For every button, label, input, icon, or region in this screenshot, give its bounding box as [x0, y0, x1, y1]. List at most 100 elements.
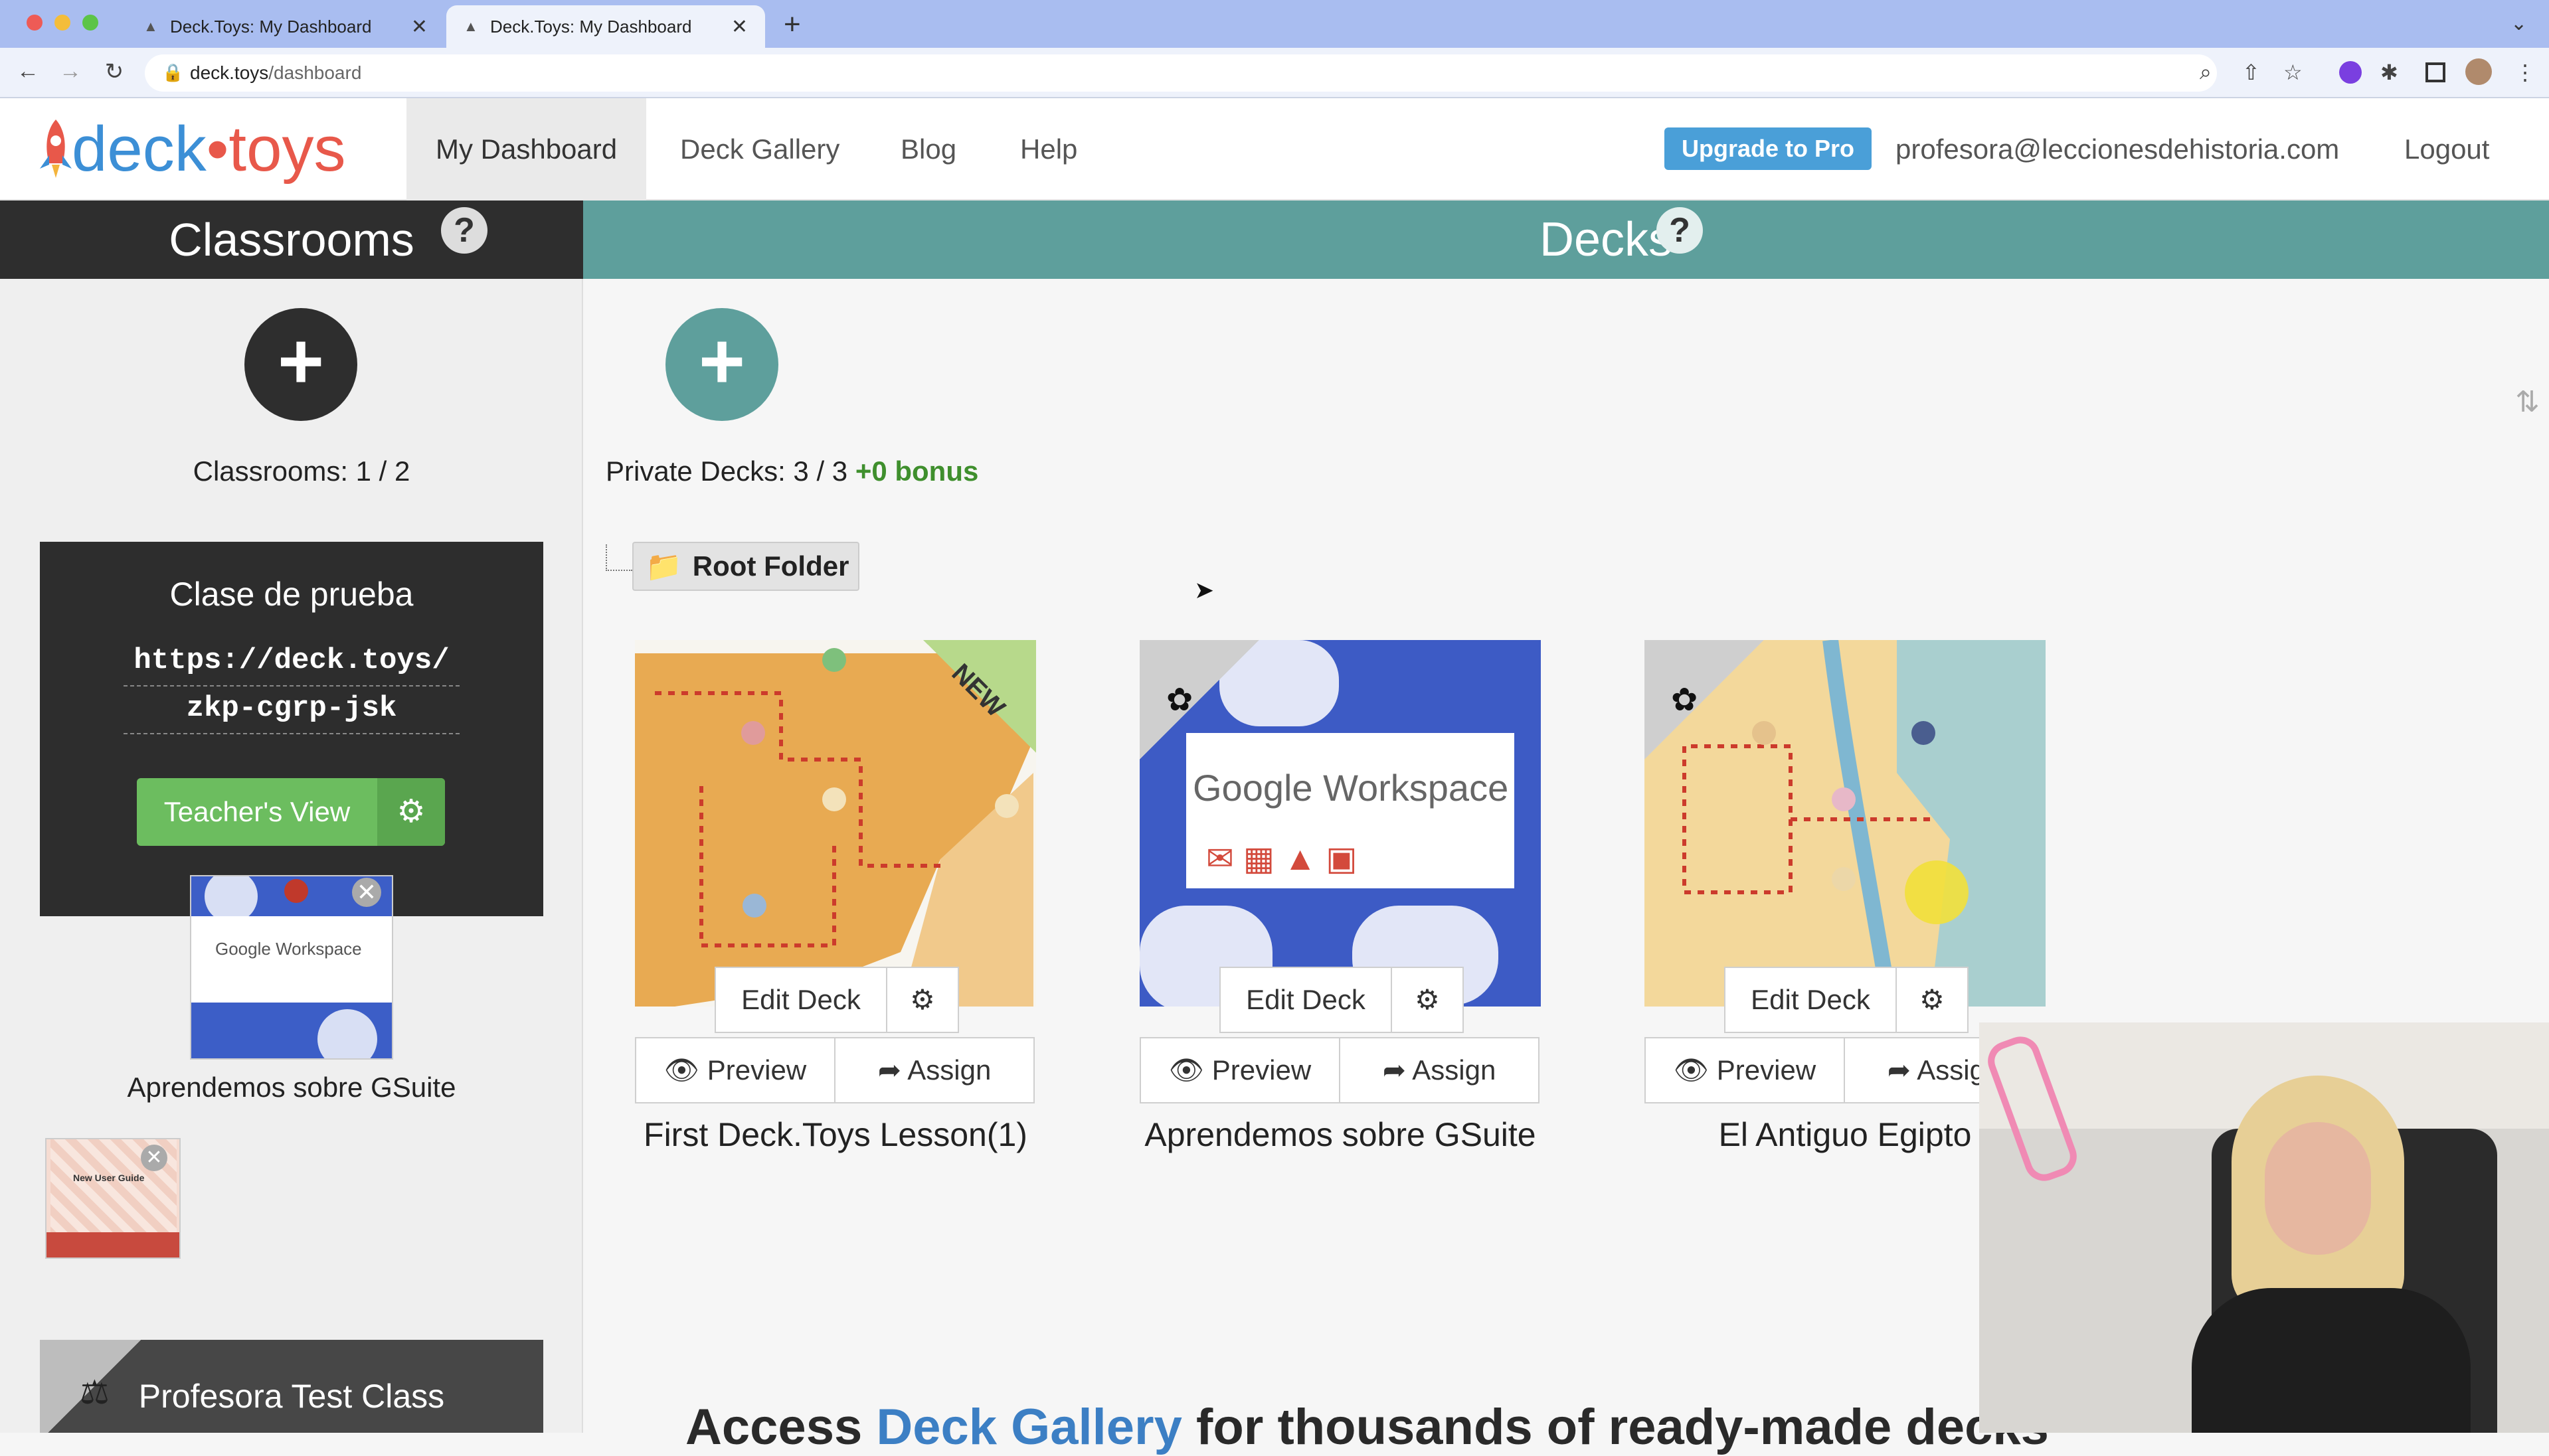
forward-arrow-icon[interactable]: → — [56, 58, 85, 84]
side-panel-icon[interactable] — [2425, 62, 2445, 82]
zoom-icon[interactable]: ⌕ — [2200, 60, 2212, 85]
classroom-name: Clase de prueba — [169, 576, 414, 613]
classroom-link-line-1[interactable]: https://deck.toys/ — [40, 644, 543, 677]
back-arrow-icon[interactable]: ← — [13, 58, 43, 84]
close-tab-icon[interactable]: ✕ — [411, 15, 428, 39]
paw-icon: ✿ — [1166, 683, 1193, 718]
assigned-deck-name: Aprendemos sobre GSuite — [127, 1072, 456, 1103]
nav-blog[interactable]: Blog — [871, 98, 986, 201]
video-person-face — [2265, 1122, 2371, 1255]
tab-list-chevron-icon[interactable]: ⌄ — [2510, 12, 2527, 35]
eye-icon: 👁 — [663, 1054, 700, 1086]
user-guide-text: New User Guide — [73, 1173, 145, 1183]
add-deck-button[interactable]: + — [665, 308, 778, 421]
new-tab-button[interactable]: + — [784, 8, 801, 41]
reload-icon[interactable]: ↻ — [100, 58, 129, 85]
nav-deck-gallery[interactable]: Deck Gallery — [651, 98, 869, 201]
preview-button[interactable]: 👁 Preview — [1140, 1037, 1340, 1103]
second-classroom-name: Profesora Test Class — [138, 1378, 445, 1415]
edit-deck-button[interactable]: Edit Deck — [1219, 967, 1392, 1033]
teachers-view-button[interactable]: Teacher's View ⚙ — [137, 778, 445, 846]
upgrade-to-pro-button[interactable]: Upgrade to Pro — [1664, 127, 1872, 170]
url-text: deck.toys/dashboard — [190, 62, 362, 83]
deck-settings-gear-icon[interactable]: ⚙ — [1895, 967, 1969, 1033]
browser-tab-1[interactable]: ▲ Deck.Toys: My Dashboard ✕ — [126, 5, 445, 48]
deck-thumbnail-gsuite[interactable]: Google Workspace ✉ ▦ ▲ ▣ ✿ — [1140, 640, 1541, 1007]
deck-gallery-link[interactable]: Deck Gallery — [876, 1399, 1182, 1455]
share-arrow-icon: ➦ — [1382, 1054, 1406, 1086]
sort-az-icon[interactable]: ⇅ — [2515, 385, 2540, 419]
root-folder-button[interactable]: 📁 Root Folder — [632, 542, 860, 591]
thumbnail-gsuite-text: Google Workspace — [215, 939, 362, 959]
profile-avatar[interactable] — [2465, 58, 2492, 85]
bookmark-star-icon[interactable]: ☆ — [2283, 60, 2303, 85]
deck-settings-gear-icon[interactable]: ⚙ — [886, 967, 959, 1033]
thumbnail-banner — [46, 1232, 179, 1257]
add-classroom-button[interactable]: + — [244, 308, 357, 421]
decks-help-icon[interactable]: ? — [1656, 207, 1703, 254]
rocket-logo-icon — [40, 120, 72, 178]
account-email[interactable]: profesora@leccionesdehistoria.com — [1866, 98, 2368, 201]
teachers-view-label: Teacher's View — [163, 796, 351, 827]
logout-link[interactable]: Logout — [2375, 98, 2518, 201]
address-bar[interactable] — [145, 54, 2217, 92]
decks-title: Decks — [1539, 213, 1672, 266]
edit-deck-button[interactable]: Edit Deck — [1724, 967, 1897, 1033]
lock-icon[interactable]: 🔒 — [162, 62, 183, 83]
classroom-link-line-2[interactable]: zkp-cgrp-jsk — [40, 692, 543, 725]
thumbnail-panel — [191, 916, 392, 1003]
eye-icon: 👁 — [1168, 1054, 1205, 1086]
remove-deck-x-icon[interactable]: ✕ — [352, 878, 381, 907]
folder-icon: 📁 — [646, 550, 682, 583]
share-icon[interactable]: ⇧ — [2242, 60, 2260, 85]
deck-settings-gear-icon[interactable]: ⚙ — [1391, 967, 1464, 1033]
preview-label: Preview — [1716, 1054, 1816, 1086]
deck-thumbnail-egypt[interactable]: ✿ — [1644, 640, 2046, 1007]
paw-icon: ✿ — [1671, 683, 1698, 718]
edit-deck-button[interactable]: Edit Deck — [715, 967, 887, 1033]
private-decks-count: Private Decks: 3 / 3 +0 bonus — [606, 455, 978, 487]
pin-icon — [284, 879, 308, 903]
cloud-shape — [317, 1009, 377, 1058]
promo-text: for thousands of ready-made decks — [1196, 1399, 2049, 1455]
tab-title: Deck.Toys: My Dashboard — [170, 16, 372, 37]
logo-wordmark: deck•toys — [72, 114, 346, 185]
window-zoom-button[interactable] — [82, 15, 98, 31]
eye-icon: 👁 — [1673, 1054, 1710, 1086]
root-folder-label: Root Folder — [692, 550, 849, 582]
assign-label: Assign — [907, 1054, 992, 1086]
preview-button[interactable]: 👁 Preview — [1644, 1037, 1845, 1103]
share-arrow-icon: ➦ — [877, 1054, 901, 1086]
browser-tab-2[interactable]: ▲ Deck.Toys: My Dashboard ✕ — [446, 5, 765, 48]
webcam-video-overlay — [1979, 1022, 2549, 1433]
puzzle-extensions-icon[interactable]: ✱ — [2380, 60, 2398, 85]
window-minimize-button[interactable] — [54, 15, 70, 31]
folder-tree-line — [606, 544, 632, 571]
nav-help[interactable]: Help — [991, 98, 1106, 201]
rocket-favicon-icon: ▲ — [464, 18, 478, 35]
private-decks-text: Private Decks: 3 / 3 — [606, 455, 848, 487]
assign-button[interactable]: ➦ Assign — [1339, 1037, 1539, 1103]
close-tab-icon[interactable]: ✕ — [731, 15, 748, 39]
link-divider — [124, 685, 460, 687]
assign-button[interactable]: ➦ Assign — [834, 1037, 1035, 1103]
gallery-promo: Access Deck Gallery for thousands of rea… — [685, 1398, 2049, 1456]
deck-name[interactable]: First Deck.Toys Lesson(1) — [603, 1115, 1068, 1154]
window-close-button[interactable] — [27, 15, 43, 31]
app-icons-row: ✉ ▦ ▲ ▣ — [1206, 840, 1358, 877]
deck-name[interactable]: Aprendemos sobre GSuite — [1108, 1115, 1573, 1154]
bonus-text: +0 bonus — [855, 455, 979, 487]
video-person-sweater — [2192, 1288, 2471, 1433]
gsuite-wordmark: Google Workspace — [1193, 767, 1509, 809]
tab-title: Deck.Toys: My Dashboard — [490, 16, 692, 37]
classroom-settings-gear-icon[interactable]: ⚙ — [377, 778, 445, 846]
preview-button[interactable]: 👁 Preview — [635, 1037, 835, 1103]
classrooms-help-icon[interactable]: ? — [441, 207, 487, 254]
extension-icon[interactable] — [2339, 61, 2362, 84]
mouse-cursor-icon: ➤ — [1194, 576, 1215, 604]
rocket-favicon-icon: ▲ — [143, 18, 158, 35]
nav-my-dashboard[interactable]: My Dashboard — [406, 98, 647, 201]
preview-label: Preview — [707, 1054, 807, 1086]
remove-deck-x-icon[interactable]: ✕ — [141, 1145, 167, 1171]
browser-menu-icon[interactable]: ⋮ — [2514, 60, 2536, 85]
